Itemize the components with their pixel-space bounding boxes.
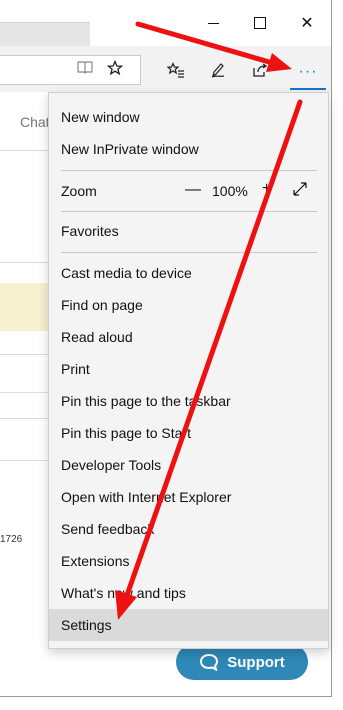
menu-item-label: Pin this page to the taskbar [61,393,231,409]
menu-item-pin-start[interactable]: Pin this page to Start [49,417,328,449]
menu-item-label: Cast media to device [61,265,192,281]
menu-item-developer-tools[interactable]: Developer Tools [49,449,328,481]
menu-item-label: Print [61,361,90,377]
menu-item-find-on-page[interactable]: Find on page [49,289,328,321]
menu-item-print[interactable]: Print [49,353,328,385]
maximize-button[interactable] [237,10,283,36]
menu-item-label: Open with Internet Explorer [61,489,232,505]
menu-item-label: New InPrivate window [61,141,199,157]
menu-item-open-ie[interactable]: Open with Internet Explorer [49,481,328,513]
support-label: Support [227,653,285,671]
menu-item-label: Read aloud [61,329,133,345]
zoom-level: 100% [212,183,248,199]
maximize-icon [254,17,266,29]
zoom-in-button[interactable]: + [262,180,271,198]
menu-item-extensions[interactable]: Extensions [49,545,328,577]
menu-item-label: Favorites [61,223,119,239]
support-button[interactable]: Support [176,644,308,680]
more-button[interactable]: ··· [290,56,326,90]
menu-item-label: What's new and tips [61,585,186,601]
menu-item-new-window[interactable]: New window [49,101,328,133]
settings-menu: New window New InPrivate window Zoom — 1… [48,92,329,649]
tab-strip-edge[interactable] [0,22,90,47]
menu-item-zoom: Zoom — 100% + [49,175,328,207]
menu-item-label: Settings [61,617,112,633]
menu-item-label: Send feedback [61,521,155,537]
page-number-text: 1726 [0,534,23,545]
menu-item-settings[interactable]: Settings [49,609,328,641]
minimize-icon [207,22,219,24]
minimize-button[interactable] [190,10,236,36]
menu-item-cast-media[interactable]: Cast media to device [49,257,328,289]
chat-bubble-icon [200,653,219,671]
menu-separator [61,211,317,212]
menu-item-new-inprivate[interactable]: New InPrivate window [49,133,328,165]
zoom-out-button[interactable]: — [185,181,201,199]
menu-separator [61,252,317,253]
book-icon[interactable] [75,60,95,79]
zoom-label: Zoom [61,183,97,199]
menu-item-favorites[interactable]: Favorites [49,215,328,247]
menu-item-send-feedback[interactable]: Send feedback [49,513,328,545]
address-bar[interactable] [0,55,141,85]
menu-separator [61,170,317,171]
pen-icon[interactable] [205,58,231,82]
menu-item-whats-new[interactable]: What's new and tips [49,577,328,609]
menu-item-read-aloud[interactable]: Read aloud [49,321,328,353]
fullscreen-icon[interactable] [292,181,308,201]
close-button[interactable]: ✕ [284,10,330,36]
favorites-icon[interactable] [163,58,189,82]
chat-link[interactable]: Chat [20,114,50,130]
menu-item-label: Pin this page to Start [61,425,191,441]
close-icon: ✕ [300,15,314,32]
menu-item-pin-taskbar[interactable]: Pin this page to the taskbar [49,385,328,417]
menu-item-label: Extensions [61,553,130,569]
title-bar: ✕ [0,0,331,47]
star-icon[interactable] [105,59,125,81]
menu-item-label: New window [61,109,140,125]
more-icon: ··· [298,63,318,80]
share-icon[interactable] [247,58,273,82]
menu-item-label: Developer Tools [61,457,162,473]
menu-item-label: Find on page [61,297,143,313]
browser-toolbar: ··· [0,46,331,93]
